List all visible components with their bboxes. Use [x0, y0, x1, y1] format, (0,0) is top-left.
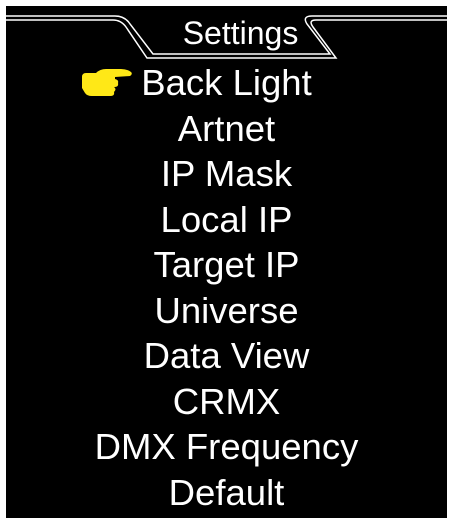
menu-item-artnet[interactable]: Artnet — [6, 106, 447, 152]
menu-item-back-light[interactable]: Back Light — [6, 60, 447, 106]
menu-item-label: Default — [168, 471, 285, 513]
settings-screen: Settings Back Light Artnet IP Mask Local… — [6, 6, 447, 518]
menu-item-dmx-frequency[interactable]: DMX Frequency — [6, 424, 447, 470]
hand-pointing-right-icon — [82, 69, 132, 96]
menu-item-universe[interactable]: Universe — [6, 288, 447, 334]
menu-item-label: Data View — [143, 335, 310, 376]
menu-item-ip-mask[interactable]: IP Mask — [6, 151, 447, 197]
menu-item-crmx[interactable]: CRMX — [6, 379, 447, 425]
page-title: Settings — [182, 15, 299, 51]
menu-item-label: IP Mask — [160, 153, 293, 194]
menu-item-label: Universe — [154, 289, 299, 331]
menu-item-label: Back Light — [141, 62, 312, 103]
menu-item-label: Local IP — [160, 198, 293, 240]
menu-item-data-view[interactable]: Data View — [6, 333, 447, 379]
menu-item-default[interactable]: Default — [6, 470, 447, 516]
menu-item-label: Artnet — [177, 107, 276, 149]
menu-item-label: Target IP — [153, 244, 300, 285]
menu-item-label: DMX Frequency — [94, 426, 359, 467]
menu-item-label: CRMX — [172, 380, 281, 422]
settings-menu: Back Light Artnet IP Mask Local IP Targe… — [6, 60, 447, 515]
menu-item-local-ip[interactable]: Local IP — [6, 197, 447, 243]
menu-item-target-ip[interactable]: Target IP — [6, 242, 447, 288]
